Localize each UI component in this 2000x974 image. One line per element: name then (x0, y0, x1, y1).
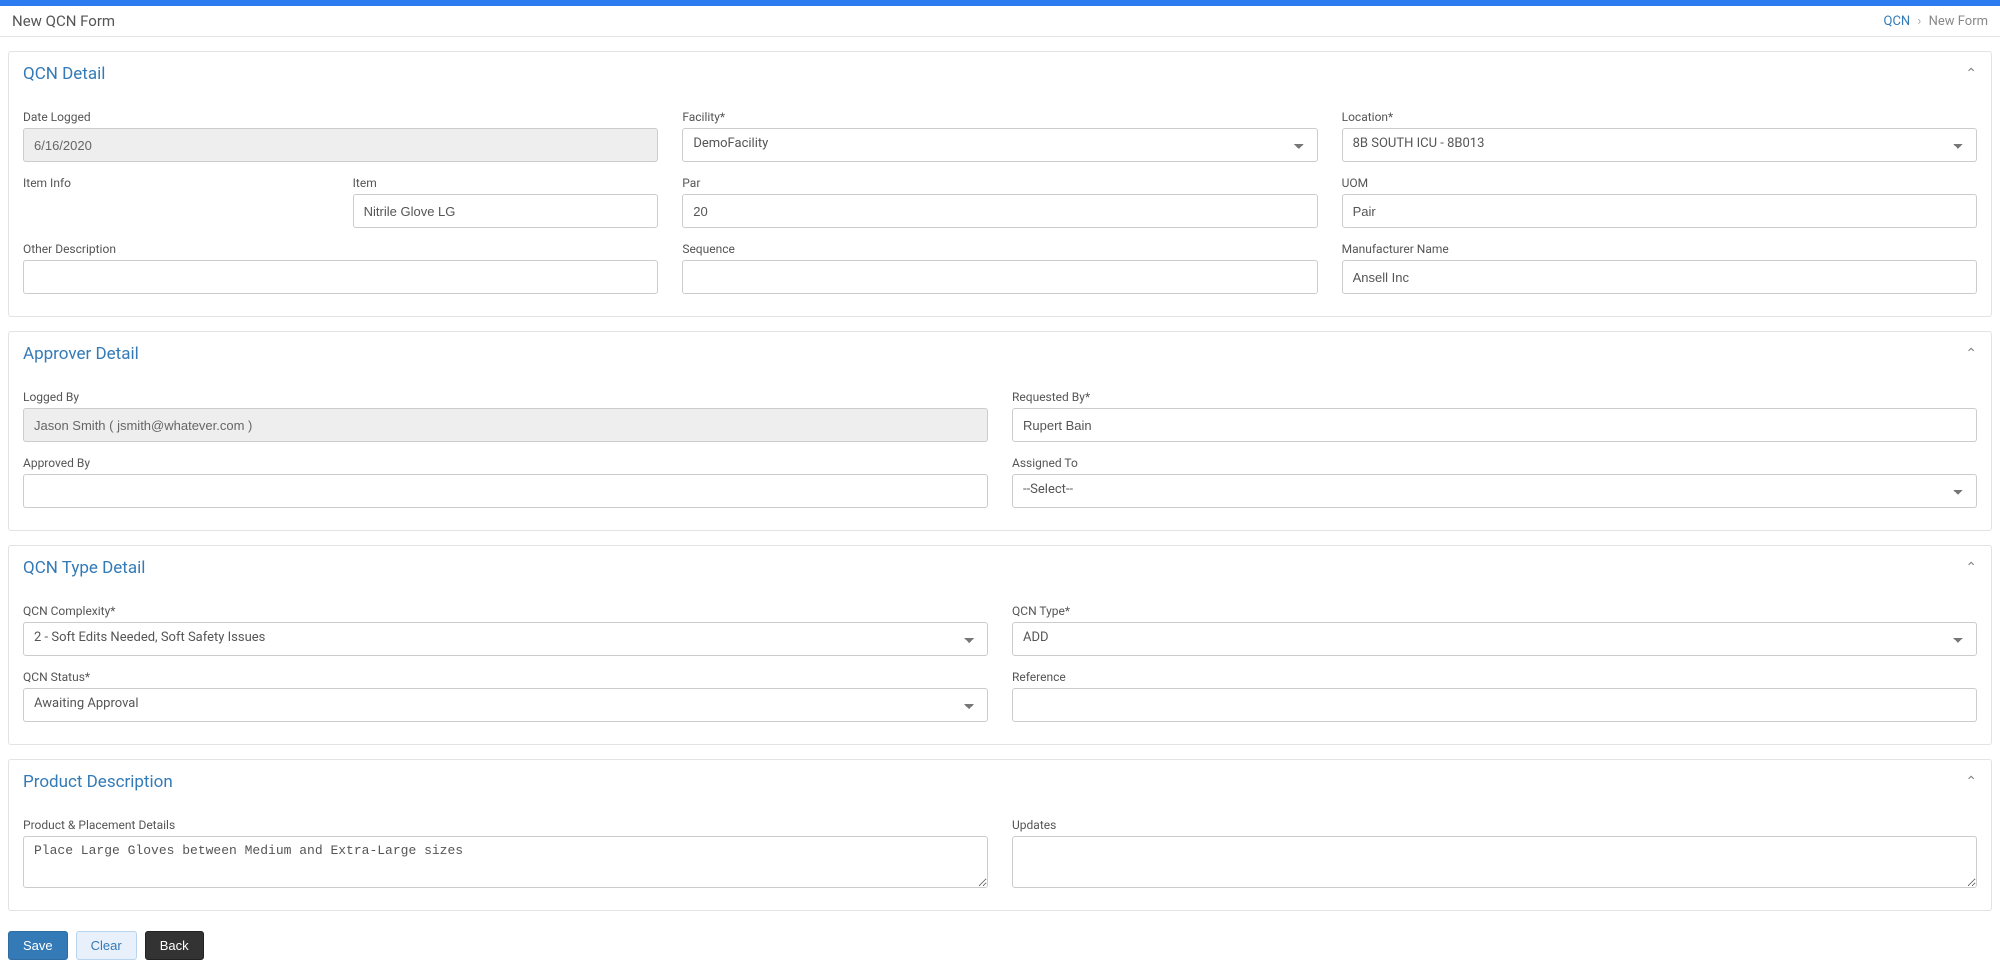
panel-header-qcn-type-detail[interactable]: QCN Type Detail ⌃ (9, 546, 1991, 586)
label-assigned-to: Assigned To (1012, 456, 1977, 470)
updates-textarea[interactable] (1012, 836, 1977, 888)
label-requested-by: Requested By* (1012, 390, 1977, 404)
placement-details-textarea[interactable] (23, 836, 988, 888)
breadcrumb-root[interactable]: QCN (1884, 14, 1911, 29)
chevron-up-icon[interactable]: ⌃ (1965, 774, 1977, 790)
label-manufacturer-name: Manufacturer Name (1342, 242, 1977, 256)
uom-input[interactable] (1342, 194, 1977, 228)
facility-select[interactable]: DemoFacility (682, 128, 1317, 162)
label-logged-by: Logged By (23, 390, 988, 404)
approved-by-input[interactable] (23, 474, 988, 508)
label-qcn-status: QCN Status* (23, 670, 988, 684)
panel-title: Product Description (23, 772, 173, 792)
chevron-up-icon[interactable]: ⌃ (1965, 346, 1977, 362)
chevron-up-icon[interactable]: ⌃ (1965, 560, 1977, 576)
panel-approver-detail: Approver Detail ⌃ Logged By Requested By… (8, 331, 1992, 531)
label-placement-details: Product & Placement Details (23, 818, 988, 832)
footer-actions: Save Clear Back (0, 921, 2000, 974)
label-sequence: Sequence (682, 242, 1317, 256)
label-qcn-complexity: QCN Complexity* (23, 604, 988, 618)
reference-input[interactable] (1012, 688, 1977, 722)
clear-button[interactable]: Clear (76, 931, 137, 960)
date-logged-input (23, 128, 658, 162)
qcn-type-select[interactable]: ADD (1012, 622, 1977, 656)
chevron-up-icon[interactable]: ⌃ (1965, 66, 1977, 82)
label-approved-by: Approved By (23, 456, 988, 470)
assigned-to-select[interactable]: --Select-- (1012, 474, 1977, 508)
panel-title: QCN Detail (23, 64, 105, 84)
logged-by-input (23, 408, 988, 442)
label-item: Item (353, 176, 659, 190)
breadcrumb-separator: › (1917, 14, 1921, 29)
requested-by-input[interactable] (1012, 408, 1977, 442)
label-reference: Reference (1012, 670, 1977, 684)
label-par: Par (682, 176, 1317, 190)
label-other-description: Other Description (23, 242, 658, 256)
label-uom: UOM (1342, 176, 1977, 190)
panel-title: QCN Type Detail (23, 558, 145, 578)
qcn-complexity-select[interactable]: 2 - Soft Edits Needed, Soft Safety Issue… (23, 622, 988, 656)
panel-qcn-detail: QCN Detail ⌃ Date Logged Facility* DemoF… (8, 51, 1992, 317)
page-header: New QCN Form QCN › New Form (0, 6, 2000, 37)
panel-header-product-description[interactable]: Product Description ⌃ (9, 760, 1991, 800)
label-qcn-type: QCN Type* (1012, 604, 1977, 618)
qcn-status-select[interactable]: Awaiting Approval (23, 688, 988, 722)
back-button[interactable]: Back (145, 931, 204, 960)
breadcrumb: QCN › New Form (1884, 14, 1989, 29)
label-facility: Facility* (682, 110, 1317, 124)
label-item-info: Item Info (23, 176, 329, 190)
panel-header-qcn-detail[interactable]: QCN Detail ⌃ (9, 52, 1991, 92)
label-updates: Updates (1012, 818, 1977, 832)
panel-product-description: Product Description ⌃ Product & Placemen… (8, 759, 1992, 911)
panel-title: Approver Detail (23, 344, 139, 364)
panel-header-approver-detail[interactable]: Approver Detail ⌃ (9, 332, 1991, 372)
page-title: New QCN Form (12, 12, 115, 30)
par-input[interactable] (682, 194, 1317, 228)
other-description-input[interactable] (23, 260, 658, 294)
label-location: Location* (1342, 110, 1977, 124)
save-button[interactable]: Save (8, 931, 68, 960)
breadcrumb-current: New Form (1929, 14, 1988, 29)
label-date-logged: Date Logged (23, 110, 658, 124)
location-select[interactable]: 8B SOUTH ICU - 8B013 (1342, 128, 1977, 162)
manufacturer-name-input[interactable] (1342, 260, 1977, 294)
panel-qcn-type-detail: QCN Type Detail ⌃ QCN Complexity* 2 - So… (8, 545, 1992, 745)
item-input[interactable] (353, 194, 659, 228)
sequence-input[interactable] (682, 260, 1317, 294)
